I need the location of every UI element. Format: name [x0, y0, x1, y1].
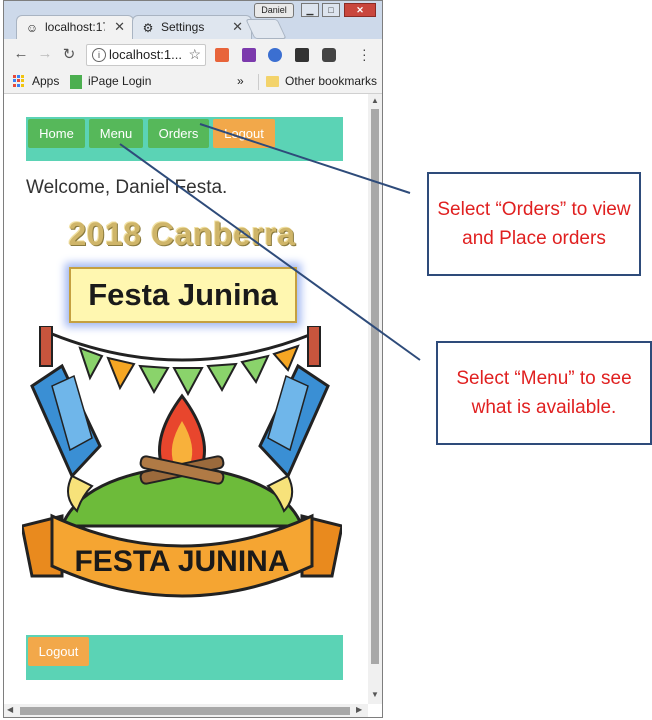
hero-title: 2018 Canberra — [68, 216, 296, 252]
horizontal-scroll-thumb[interactable] — [20, 707, 350, 715]
welcome-message: Welcome, Daniel Festa. — [26, 177, 228, 198]
vertical-scrollbar[interactable]: ▲ ▼ — [368, 94, 382, 704]
banner-text: FESTA JUNINA — [74, 545, 289, 578]
page-viewport: Home Menu Orders Logout Welcome, Daniel … — [4, 94, 368, 704]
address-bar[interactable]: i localhost:1... ☆ — [86, 44, 206, 66]
browser-window: ☺ localhost:171 ✕ ⚙ Settings ✕ Daniel ▁ … — [3, 0, 383, 718]
tab-label: Settings — [161, 20, 205, 34]
orders-callout: Select “Orders” to view and Place orders — [427, 172, 641, 276]
home-button[interactable]: Home — [28, 119, 85, 148]
bookmark-other[interactable]: Other bookmarks — [285, 74, 377, 88]
hero-subtitle: Festa Junina — [69, 267, 297, 323]
reload-icon[interactable]: ↻ — [60, 45, 78, 63]
user-profile-badge[interactable]: Daniel — [254, 3, 294, 18]
bookmarks-bar: Apps iPage Login » Other bookmarks — [4, 71, 382, 94]
logout-button[interactable]: Logout — [213, 119, 275, 148]
close-tab-icon[interactable]: ✕ — [114, 19, 125, 35]
back-arrow-icon[interactable]: ← — [12, 45, 30, 62]
tab-label: localhost:171 — [45, 20, 105, 34]
horizontal-scrollbar[interactable]: ◀ ▶ — [4, 704, 368, 717]
top-navbar: Home Menu Orders Logout — [26, 117, 343, 161]
browser-toolbar: ← → ↻ i localhost:1... ☆ · · · — [4, 39, 382, 71]
scroll-up-arrow-icon[interactable]: ▲ — [371, 96, 379, 105]
close-tab-icon[interactable]: ✕ — [232, 19, 243, 35]
menu-callout: Select “Menu” to see what is available. — [436, 341, 652, 445]
forward-arrow-icon[interactable]: → — [36, 45, 54, 62]
bookmark-ipage-login[interactable]: iPage Login — [88, 74, 151, 88]
onenote-extension-icon[interactable] — [242, 48, 256, 62]
minimize-button[interactable]: ▁ — [301, 3, 319, 17]
apps-grid-icon — [13, 75, 25, 87]
ipage-icon — [70, 75, 82, 89]
maximize-button[interactable]: □ — [322, 3, 340, 17]
menu-button[interactable]: Menu — [89, 119, 143, 148]
title-bar: ☺ localhost:171 ✕ ⚙ Settings ✕ Daniel ▁ … — [4, 1, 382, 39]
extension-icon[interactable] — [268, 48, 282, 62]
info-icon[interactable]: i — [92, 48, 106, 62]
site-favicon-icon: ☺ — [25, 21, 39, 35]
tab-localhost[interactable]: ☺ localhost:171 ✕ — [16, 15, 134, 39]
bookmark-divider — [258, 74, 259, 90]
footer-bar: Logout — [26, 635, 343, 680]
more-menu-icon[interactable]: · · · — [362, 42, 367, 66]
festa-junina-illustration: FESTA JUNINA — [22, 326, 342, 598]
bookmarks-overflow-chevron[interactable]: » — [237, 74, 244, 88]
scroll-right-arrow-icon[interactable]: ▶ — [356, 705, 362, 714]
extension-icon[interactable] — [295, 48, 309, 62]
address-url: localhost:1... — [109, 47, 182, 62]
star-bookmark-icon[interactable]: ☆ — [188, 46, 201, 63]
scroll-left-arrow-icon[interactable]: ◀ — [7, 705, 13, 714]
office-extension-icon[interactable] — [215, 48, 229, 62]
scroll-down-arrow-icon[interactable]: ▼ — [371, 690, 379, 699]
bookmark-apps[interactable]: Apps — [32, 74, 59, 88]
footer-logout-button[interactable]: Logout — [28, 637, 89, 666]
gear-icon: ⚙ — [142, 21, 154, 35]
folder-icon — [266, 76, 279, 87]
location-extension-icon[interactable] — [322, 48, 336, 62]
close-window-button[interactable]: ✕ — [344, 3, 376, 17]
tab-settings[interactable]: ⚙ Settings ✕ — [132, 15, 252, 39]
orders-button[interactable]: Orders — [148, 119, 209, 148]
vertical-scroll-thumb[interactable] — [371, 109, 379, 664]
